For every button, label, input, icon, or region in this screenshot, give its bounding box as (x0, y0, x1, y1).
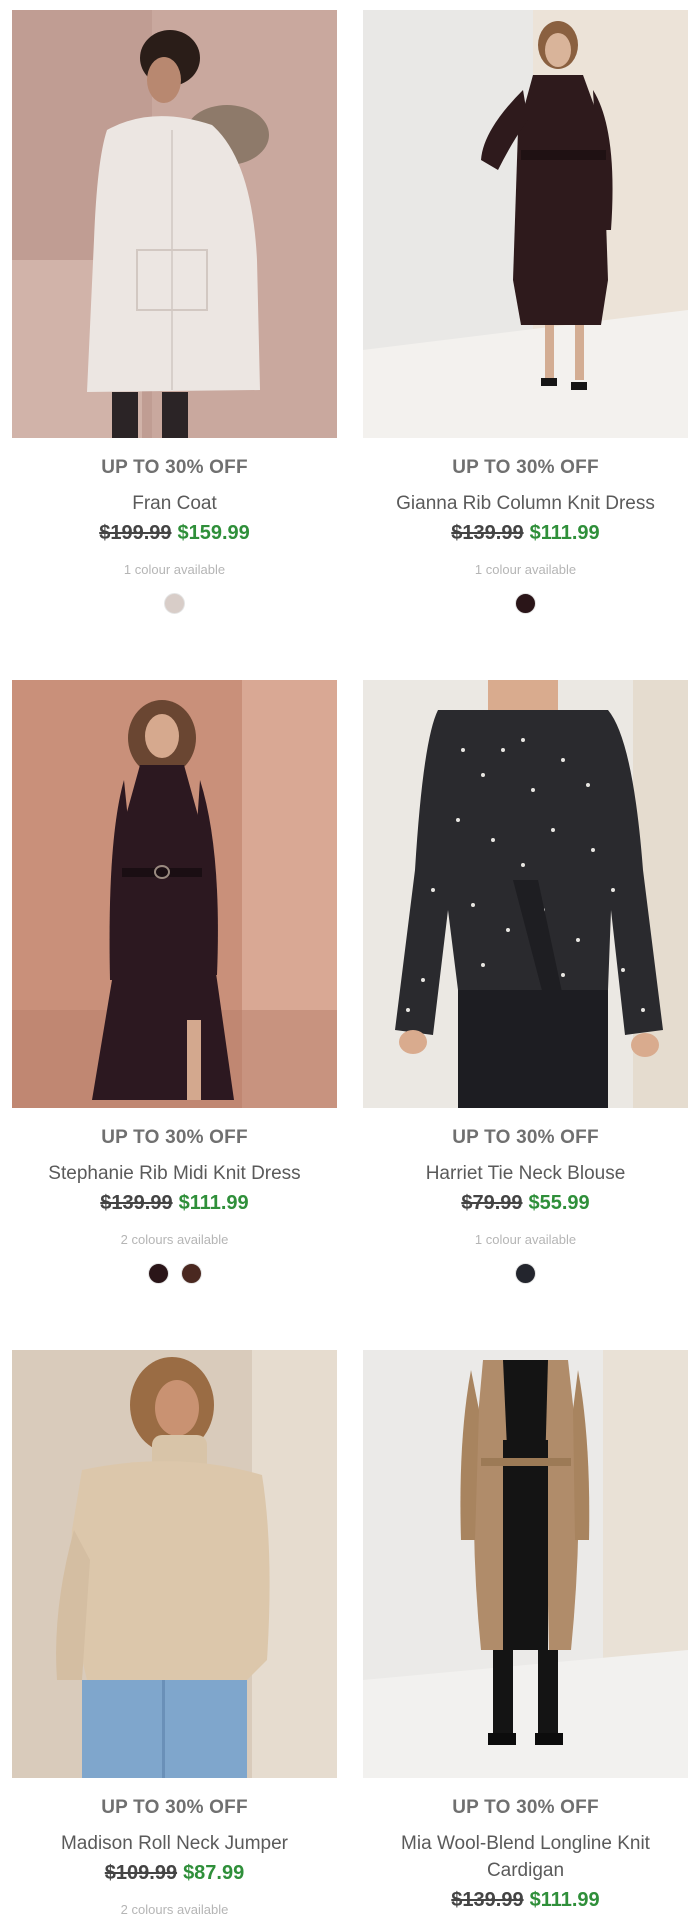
price-row: $139.99 $111.99 (363, 519, 688, 547)
original-price: $139.99 (100, 1192, 173, 1214)
sale-price: $111.99 (529, 522, 600, 544)
product-info: UP TO 30% OFF Stephanie Rib Midi Knit Dr… (12, 1108, 337, 1285)
product-image-stephanie[interactable] (12, 680, 337, 1108)
product-photo-stephanie (12, 680, 337, 1108)
colour-swatches (12, 593, 337, 615)
promo-label: UP TO 30% OFF (452, 457, 599, 478)
product-photo-mia (363, 1350, 688, 1778)
price-row: $199.99 $159.99 (12, 519, 337, 547)
colour-swatch[interactable] (164, 593, 185, 614)
colours-available: 2 colours available (120, 1902, 229, 1917)
product-name[interactable]: Fran Coat (25, 490, 325, 517)
colours-available: 2 colours available (120, 1232, 229, 1247)
product-info: UP TO 30% OFF Gianna Rib Column Knit Dre… (363, 438, 688, 615)
colour-swatch[interactable] (515, 593, 536, 614)
price-row: $79.99 $55.99 (363, 1189, 688, 1217)
original-price: $139.99 (451, 522, 524, 544)
sale-price: $87.99 (183, 1862, 245, 1884)
colours-available: 1 colour available (474, 1232, 577, 1247)
product-name[interactable]: Mia Wool-Blend Longline Knit Cardigan (376, 1830, 676, 1884)
product-info: UP TO 30% OFF Madison Roll Neck Jumper $… (12, 1778, 337, 1919)
promo-label: UP TO 30% OFF (452, 1127, 599, 1148)
product-name[interactable]: Gianna Rib Column Knit Dress (376, 490, 676, 517)
colours-available: 1 colour available (474, 562, 577, 577)
product-photo-harriet (363, 680, 688, 1108)
product-photo-gianna (363, 10, 688, 438)
product-image-fran-coat[interactable] (12, 10, 337, 438)
colour-swatch[interactable] (147, 1263, 169, 1284)
product-image-gianna[interactable] (363, 10, 688, 438)
price-row: $139.99 $111.99 (12, 1189, 337, 1217)
price-row: $109.99 $87.99 (12, 1859, 337, 1887)
colours-available: 1 colour available (123, 562, 226, 577)
product-info: UP TO 30% OFF Mia Wool-Blend Longline Kn… (363, 1778, 688, 1914)
colour-swatches (363, 1263, 688, 1285)
sale-price: $55.99 (528, 1192, 590, 1214)
original-price: $139.99 (451, 1889, 524, 1911)
product-image-harriet[interactable] (363, 680, 688, 1108)
product-info: UP TO 30% OFF Harriet Tie Neck Blouse $7… (363, 1108, 688, 1285)
product-name[interactable]: Harriet Tie Neck Blouse (376, 1160, 676, 1187)
promo-label: UP TO 30% OFF (101, 1797, 248, 1818)
product-info: UP TO 30% OFF Fran Coat $199.99 $159.99 1… (12, 438, 337, 615)
colour-swatches (363, 593, 688, 615)
sale-price: $159.99 (177, 522, 250, 544)
original-price: $79.99 (461, 1192, 523, 1214)
product-image-madison[interactable] (12, 1350, 337, 1778)
colour-swatch[interactable] (515, 1263, 536, 1284)
product-name[interactable]: Stephanie Rib Midi Knit Dress (25, 1160, 325, 1187)
colour-swatches (12, 1263, 337, 1285)
sale-price: $111.99 (178, 1192, 249, 1214)
sale-price: $111.99 (529, 1889, 600, 1911)
promo-label: UP TO 30% OFF (101, 1127, 248, 1148)
product-image-mia[interactable] (363, 1350, 688, 1778)
product-name[interactable]: Madison Roll Neck Jumper (25, 1830, 325, 1857)
promo-label: UP TO 30% OFF (452, 1797, 599, 1818)
original-price: $199.99 (99, 522, 172, 544)
product-photo-madison (12, 1350, 337, 1778)
colour-swatch[interactable] (180, 1263, 202, 1284)
promo-label: UP TO 30% OFF (101, 457, 248, 478)
price-row: $139.99 $111.99 (363, 1886, 688, 1914)
product-photo-fran-coat (12, 10, 337, 438)
original-price: $109.99 (104, 1862, 178, 1884)
